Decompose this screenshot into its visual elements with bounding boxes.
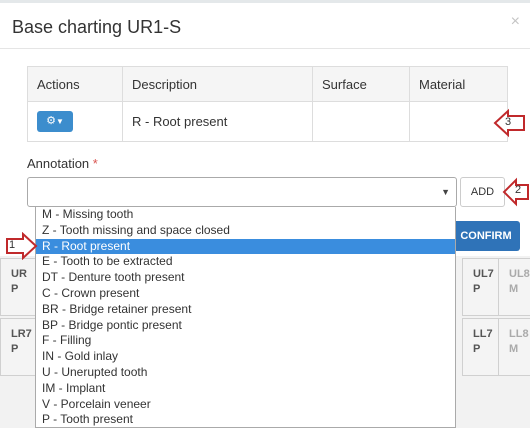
description-cell: R - Root present — [122, 101, 313, 142]
dropdown-option[interactable]: V - Porcelain veneer — [36, 397, 455, 413]
table-row: ⚙▼ R - Root present — [27, 101, 508, 142]
col-header-surface: Surface — [312, 66, 410, 102]
confirm-button[interactable]: CONFIRM — [452, 221, 520, 251]
add-button[interactable]: ADD — [460, 177, 505, 207]
tooth-code: LL8 — [509, 328, 529, 340]
tooth-status: M — [509, 283, 519, 295]
annotation-select[interactable]: ▼ — [27, 177, 457, 207]
modal-title: Base charting UR1-S — [12, 17, 182, 37]
surface-cell — [312, 101, 410, 142]
required-mark: * — [92, 156, 98, 171]
dropdown-option[interactable]: DT - Denture tooth present — [36, 270, 455, 286]
dropdown-option[interactable]: Z - Tooth missing and space closed — [36, 223, 455, 239]
dropdown-option[interactable]: E - Tooth to be extracted — [36, 254, 455, 270]
callout-number-2: 2 — [515, 184, 522, 196]
dropdown-option-selected[interactable]: R - Root present — [36, 238, 455, 255]
annotation-dropdown-list[interactable]: M - Missing tooth Z - Tooth missing and … — [35, 207, 456, 428]
dropdown-option[interactable]: U - Unerupted tooth — [36, 365, 455, 381]
dropdown-option[interactable]: C - Crown present — [36, 286, 455, 302]
annotation-label: Annotation * — [27, 156, 98, 171]
modal-header: Base charting UR1-S × — [0, 3, 530, 49]
close-icon[interactable]: × — [511, 14, 520, 30]
dropdown-option[interactable]: BR - Bridge retainer present — [36, 302, 455, 318]
actions-table: Actions Description Surface Material ⚙▼ … — [27, 66, 508, 142]
callout-number-3: 3 — [505, 116, 512, 128]
dropdown-option[interactable]: IM - Implant — [36, 381, 455, 397]
actions-dropdown-button[interactable]: ⚙▼ — [37, 111, 73, 132]
actions-cell: ⚙▼ — [27, 101, 123, 142]
dropdown-option[interactable]: M - Missing tooth — [36, 207, 455, 223]
callout-number-1: 1 — [9, 239, 16, 251]
tooth-code: UL8 — [509, 268, 530, 280]
annotation-label-text: Annotation — [27, 156, 90, 171]
col-header-description: Description — [122, 66, 313, 102]
dropdown-option[interactable]: F - Filling — [36, 333, 455, 349]
col-header-material: Material — [409, 66, 508, 102]
table-header-row: Actions Description Surface Material — [27, 66, 508, 102]
caret-down-icon: ▼ — [55, 117, 64, 126]
dropdown-option[interactable]: P - Tooth present — [36, 412, 455, 427]
col-header-actions: Actions — [27, 66, 123, 102]
dropdown-option[interactable]: IN - Gold inlay — [36, 349, 455, 365]
tooth-cell-ul8[interactable]: UL8 M — [498, 258, 530, 316]
tooth-cell-ll8[interactable]: LL8 M — [498, 318, 530, 376]
tooth-status: M — [509, 343, 519, 355]
chevron-down-icon: ▼ — [441, 187, 450, 197]
dropdown-option[interactable]: BP - Bridge pontic present — [36, 318, 455, 334]
gear-icon: ⚙ — [46, 115, 56, 127]
